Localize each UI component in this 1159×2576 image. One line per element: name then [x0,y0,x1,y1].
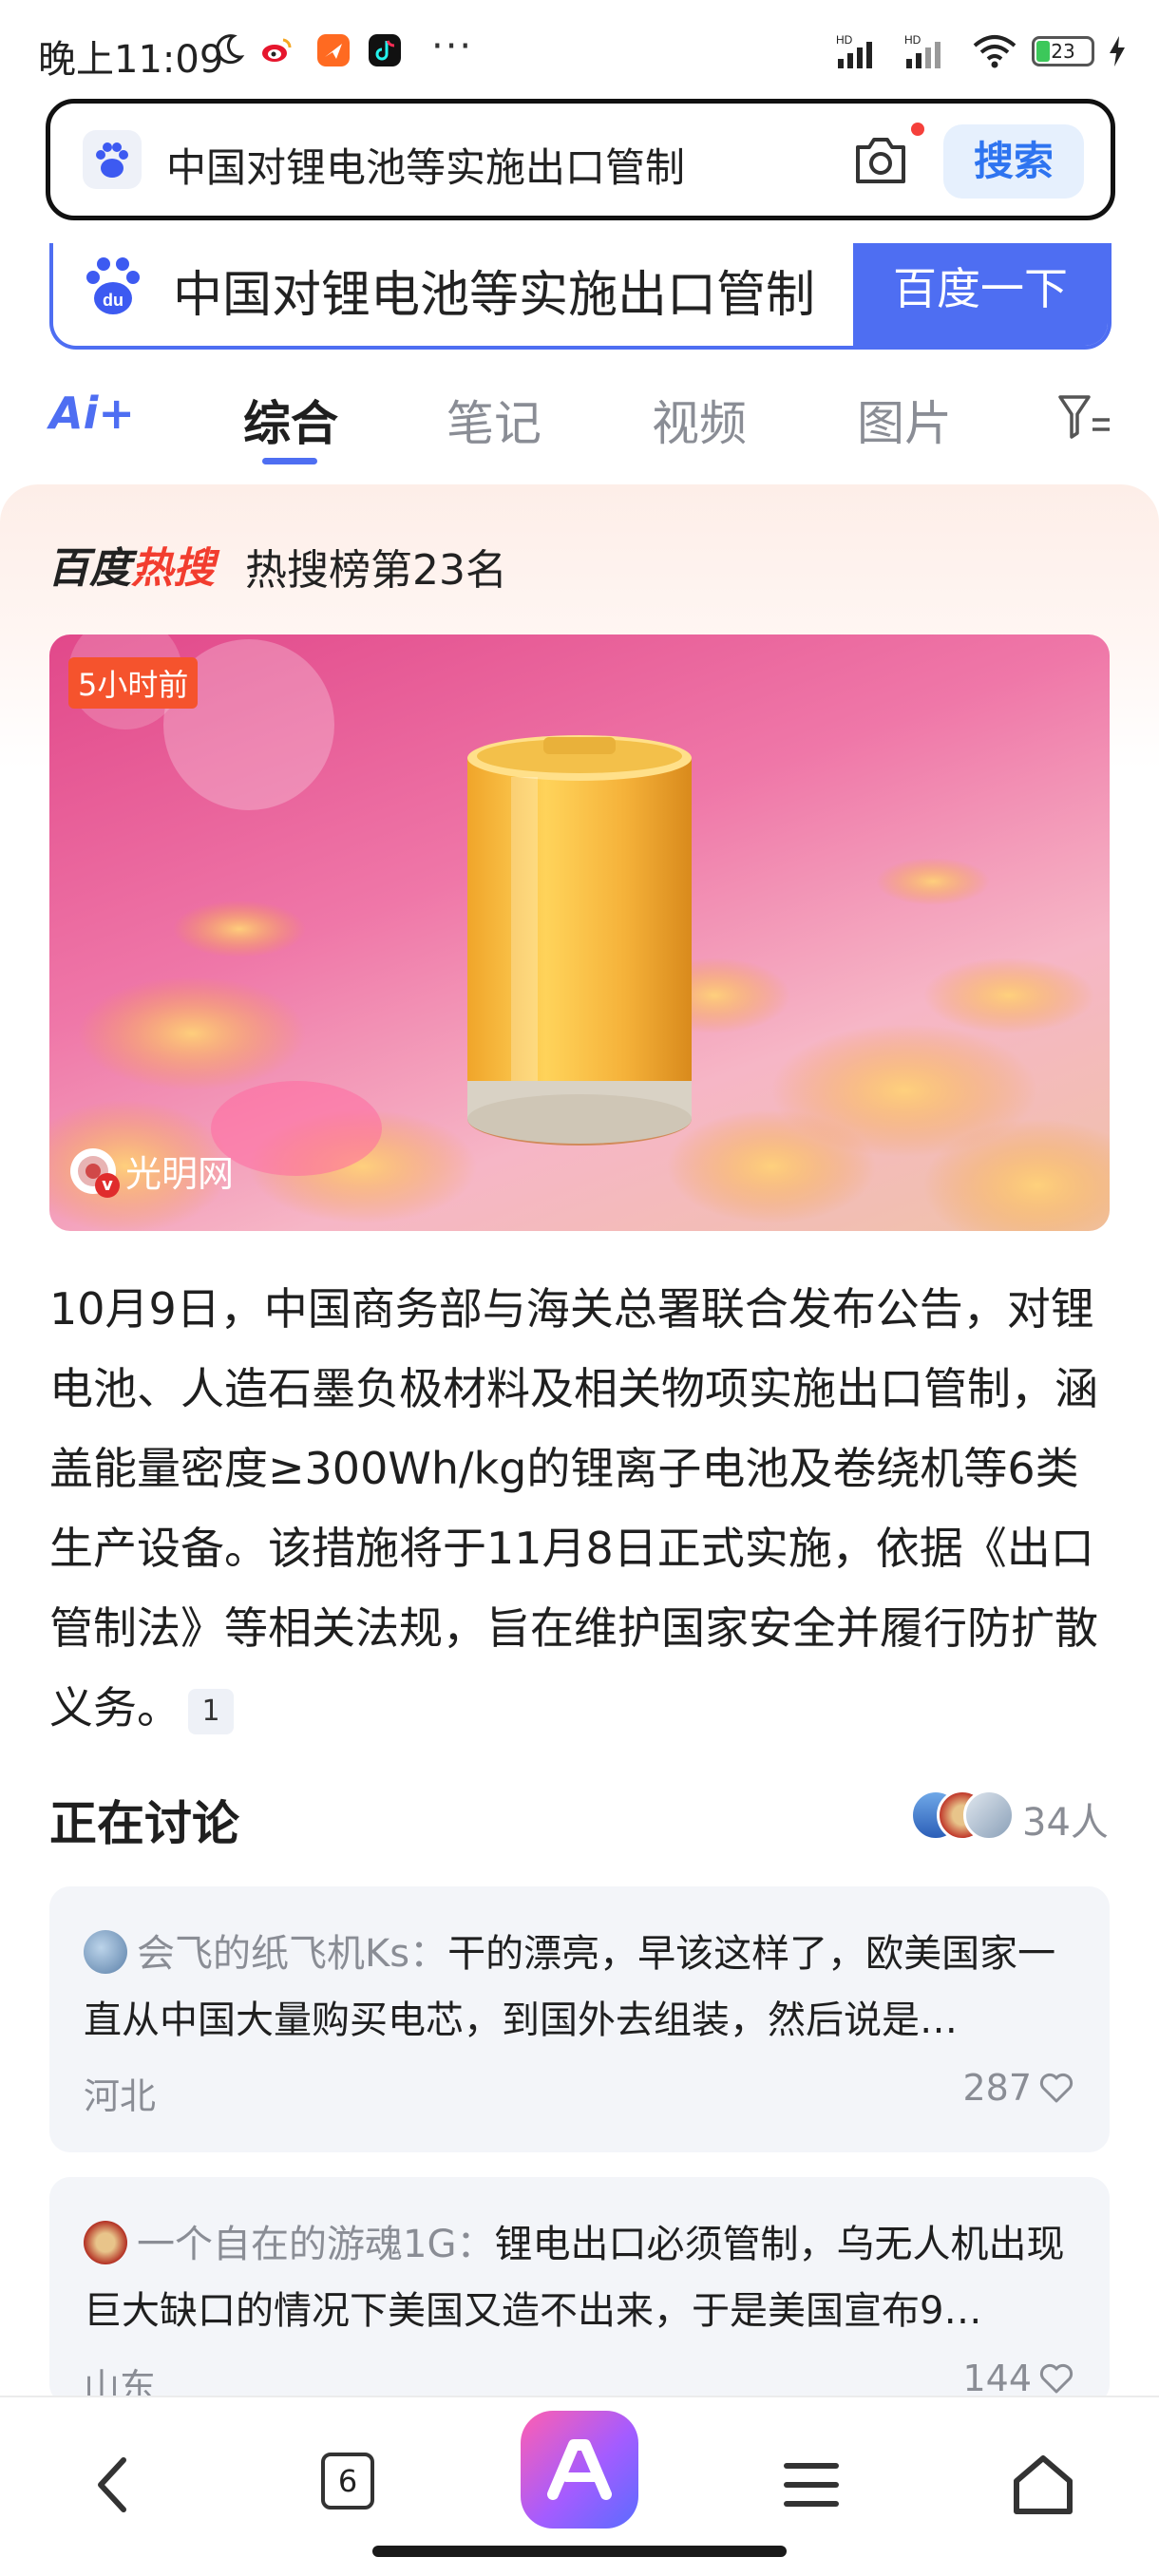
baidu-query-text[interactable]: 中国对锂电池等实施出口管制 [173,255,815,326]
svg-text:du: du [103,291,124,310]
hot-rank-text[interactable]: 热搜榜第23名 [245,536,507,597]
search-input[interactable]: 中国对锂电池等实施出口管制 [166,136,685,194]
search-button[interactable]: 搜索 [943,124,1084,199]
camera-icon[interactable] [850,132,911,189]
time-badge: 5小时前 [68,657,199,709]
home-icon[interactable] [996,2437,1091,2532]
news-image[interactable]: 5小时前 v 光明网 [49,635,1110,1231]
status-indicators: HD HD 23 [834,32,1127,70]
battery-icon: 23 [1032,36,1094,66]
comment-user[interactable]: 会飞的纸飞机Ks： [137,1932,447,1976]
avatar [963,1790,1015,1841]
back-icon[interactable] [66,2437,162,2532]
ai-assistant-icon [547,2439,612,2500]
like-count: 144 [962,2358,1032,2399]
result-tabs: Ai+ 综合 笔记 视频 图片 [0,370,1159,475]
tabs-button[interactable]: 6 [321,2453,374,2510]
comment-card[interactable]: 会飞的纸飞机Ks：干的漂亮，早该这样了，欧美国家一直从中国大量购买电芯，到国外去… [49,1886,1110,2152]
search-bar[interactable]: 中国对锂电池等实施出口管制 搜索 [46,99,1115,220]
baidu-search-button[interactable]: 百度一下 [853,243,1108,346]
battery-illustration [49,635,1110,1231]
discussion-title: 正在讨论 [49,1796,239,1851]
comment-user[interactable]: 一个自在的游魂1G： [137,2223,494,2266]
more-notifications-icon: ··· [431,25,474,68]
signal-icon: HD [836,33,872,68]
discussion-count: 34人 [1022,1801,1109,1845]
tab-ai[interactable]: Ai+ [49,388,135,439]
tab-comprehensive[interactable]: 综合 [243,386,338,454]
tab-images[interactable]: 图片 [857,386,952,454]
summary-text: 10月9日，中国商务部与海关总署联合发布公告，对锂电池、人造石墨负极材料及相关物… [49,1283,1098,1733]
ai-assistant-button[interactable] [521,2411,638,2529]
filter-icon[interactable] [1056,391,1112,445]
wifi-icon [973,35,1016,68]
signal-icon-2: HD [904,33,940,68]
like-button[interactable]: 287 [962,2067,1075,2109]
avatar[interactable] [84,1930,127,1974]
participant-avatars[interactable] [910,1790,1015,1843]
tab-video[interactable]: 视频 [652,386,747,454]
baidu-paw-icon [83,130,142,189]
comment-body: 会飞的纸飞机Ks：干的漂亮，早该这样了，欧美国家一直从中国大量购买电芯，到国外去… [84,1921,1081,2054]
like-count: 287 [962,2067,1032,2109]
message-app-icon [317,34,350,66]
source-name: 光明网 [125,1153,235,1195]
ai-summary: 10月9日，中国商务部与海关总署联合发布公告，对锂电池、人造石墨负极材料及相关物… [49,1269,1119,1748]
menu-icon[interactable] [764,2437,859,2532]
citation-badge[interactable]: 1 [188,1688,234,1734]
charging-icon [1110,36,1125,66]
avatar[interactable] [84,2221,127,2264]
tiktok-app-icon [369,34,401,66]
comment-card[interactable]: 一个自在的游魂1G：锂电出口必须管制，乌无人机出现巨大缺口的情况下美国又造不出来… [49,2177,1110,2405]
heart-icon [1039,2073,1074,2103]
image-source: v 光明网 [70,1145,235,1198]
moon-icon [216,34,245,65]
baidu-hot-logo: 百度热搜 [48,544,215,593]
heart-icon [1039,2363,1074,2394]
like-button[interactable]: 144 [962,2358,1075,2399]
svg-text:HD: HD [904,33,922,47]
tab-notes[interactable]: 笔记 [446,386,542,454]
verified-icon: v [95,1172,120,1198]
guangming-logo-icon: v [70,1147,120,1198]
status-bar: 晚上11:09 ··· HD HD 23 [0,0,1159,99]
comment-location: 河北 [84,2075,157,2117]
home-indicator[interactable] [372,2546,787,2557]
baidu-search-box[interactable]: du 中国对锂电池等实施出口管制 百度一下 [49,243,1112,350]
weibo-app-icon [262,38,292,62]
comment-body: 一个自在的游魂1G：锂电出口必须管制，乌无人机出现巨大缺口的情况下美国又造不出来… [84,2211,1081,2344]
svg-text:HD: HD [836,33,853,47]
active-tab-indicator [262,458,317,464]
baidu-du-logo: du [86,257,140,314]
status-time: 晚上11:09 [38,38,224,82]
camera-notification-dot [911,123,924,136]
